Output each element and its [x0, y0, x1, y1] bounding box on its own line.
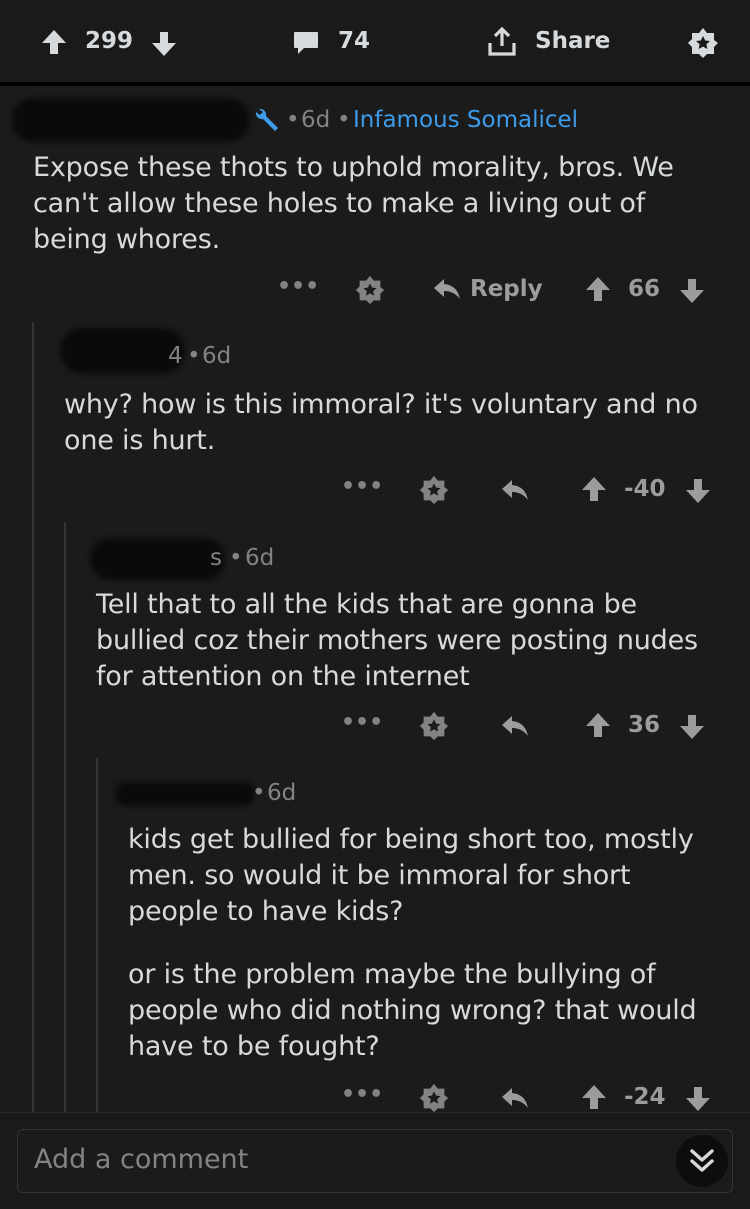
comment-input[interactable]: Add a comment: [17, 1129, 733, 1193]
award-icon[interactable]: [418, 474, 450, 506]
post-action-bar: 299 74 Share: [0, 0, 750, 82]
redacted-username: [60, 328, 185, 374]
composer-bar: Add a comment: [0, 1112, 750, 1209]
divider: [0, 82, 750, 86]
downvote-icon[interactable]: [150, 30, 178, 58]
redacted-username: [115, 782, 255, 806]
thread-line-depth-1[interactable]: [32, 322, 34, 1112]
reply-icon[interactable]: [500, 714, 530, 740]
reply-button[interactable]: Reply: [470, 276, 543, 302]
comment-icon[interactable]: [292, 30, 320, 56]
thread-line-depth-2[interactable]: [64, 522, 66, 1112]
more-options-button[interactable]: •••: [341, 710, 383, 735]
comment-body: why? how is this immoral? it's voluntary…: [64, 389, 698, 456]
reply-icon[interactable]: [432, 277, 462, 303]
collapse-chevrons-icon: [690, 1149, 714, 1172]
user-flair[interactable]: Infamous Somalicel: [353, 107, 578, 133]
comment-body: Expose these thots to uphold morality, b…: [33, 152, 674, 255]
more-options-button[interactable]: •••: [341, 1082, 383, 1107]
redacted-username: [12, 98, 250, 142]
downvote-icon[interactable]: [678, 713, 706, 741]
comment-score: -40: [624, 476, 666, 502]
reply-icon[interactable]: [500, 1086, 530, 1112]
comment-age: 6d: [301, 107, 331, 133]
comment-score: 66: [628, 276, 661, 302]
comment-age: 6d: [202, 343, 232, 369]
award-icon[interactable]: [354, 274, 386, 306]
redacted-username: [90, 538, 225, 580]
award-icon[interactable]: [418, 710, 450, 742]
comment-body: Tell that to all the kids that are gonna…: [96, 589, 698, 692]
upvote-icon[interactable]: [584, 711, 612, 739]
comment-body: kids get bullied for being short too, mo…: [128, 824, 694, 927]
comment-age: 6d: [245, 545, 275, 571]
upvote-icon[interactable]: [40, 28, 68, 56]
collapse-button[interactable]: [676, 1135, 728, 1187]
mod-wrench-icon: [255, 108, 278, 131]
comment-score: -24: [624, 1084, 666, 1110]
downvote-icon[interactable]: [678, 277, 706, 305]
comment-count: 74: [338, 28, 371, 54]
upvote-icon[interactable]: [580, 1083, 608, 1111]
comment-score: 36: [628, 712, 661, 738]
more-options-button[interactable]: •••: [341, 474, 383, 499]
more-options-button[interactable]: •••: [277, 274, 319, 299]
upvote-icon[interactable]: [580, 475, 608, 503]
comment-input-placeholder: Add a comment: [34, 1144, 249, 1175]
share-button[interactable]: Share: [535, 28, 610, 54]
comment-age: 6d: [267, 780, 297, 806]
comment-body-paragraph-2: or is the problem maybe the bullying of …: [128, 959, 697, 1062]
downvote-icon[interactable]: [684, 1085, 712, 1113]
share-icon[interactable]: [486, 26, 518, 58]
award-icon[interactable]: [418, 1082, 450, 1114]
upvote-icon[interactable]: [584, 275, 612, 303]
award-icon[interactable]: [686, 26, 720, 60]
reply-icon[interactable]: [500, 478, 530, 504]
downvote-icon[interactable]: [684, 477, 712, 505]
post-score: 299: [85, 28, 134, 54]
thread-line-depth-3[interactable]: [96, 758, 98, 1112]
